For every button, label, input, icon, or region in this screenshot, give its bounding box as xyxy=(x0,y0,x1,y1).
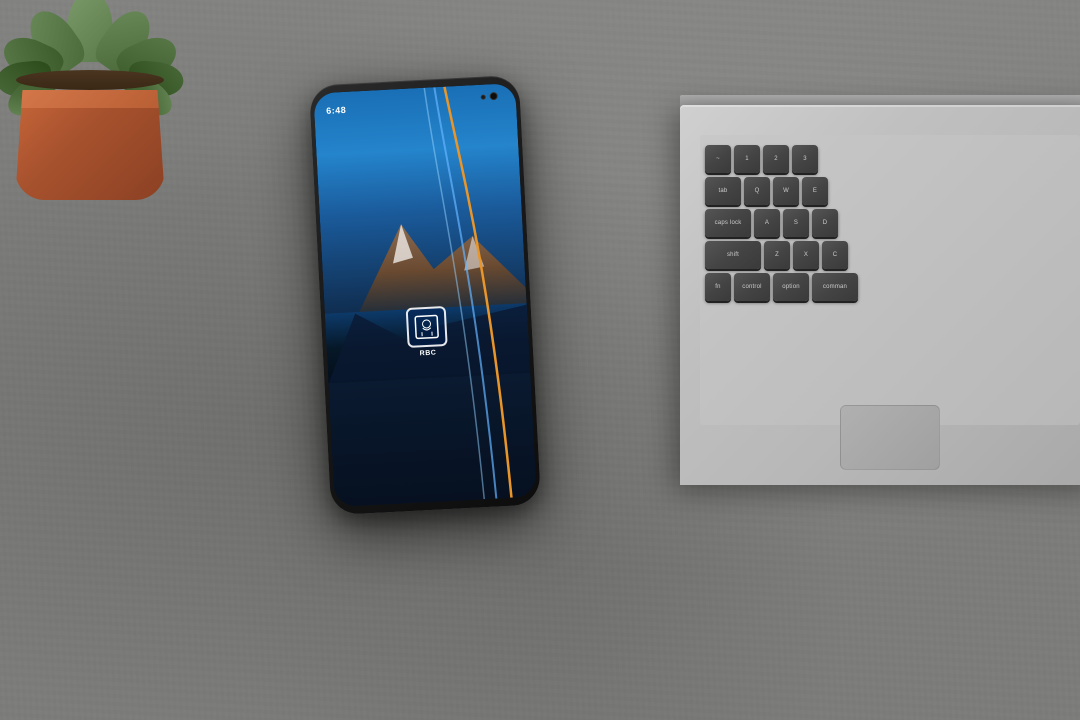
smartphone: 6:48 RBC xyxy=(309,75,541,515)
key-row-5: fn control option comman xyxy=(705,273,1075,301)
key-c[interactable]: C xyxy=(822,241,848,269)
plant-container xyxy=(0,0,210,200)
key-row-4: shift Z X C xyxy=(705,241,1075,269)
key-shift[interactable]: shift xyxy=(705,241,761,269)
key-2[interactable]: 2 xyxy=(763,145,789,173)
key-e[interactable]: E xyxy=(802,177,828,205)
camera-dot-small xyxy=(481,94,486,99)
key-capslock[interactable]: caps lock xyxy=(705,209,751,237)
laptop-body: ~ 1 2 3 tab Q W E caps lock A S D xyxy=(680,105,1080,485)
plant-pot xyxy=(15,90,165,200)
key-s[interactable]: S xyxy=(783,209,809,237)
key-tab[interactable]: tab xyxy=(705,177,741,205)
key-row-2: tab Q W E xyxy=(705,177,1075,205)
phone-screen: 6:48 RBC xyxy=(313,83,536,507)
key-control[interactable]: control xyxy=(734,273,770,301)
key-x[interactable]: X xyxy=(793,241,819,269)
rbc-logo: RBC xyxy=(406,306,449,358)
key-tilde[interactable]: ~ xyxy=(705,145,731,173)
key-row-1: ~ 1 2 3 xyxy=(705,145,1075,173)
key-a[interactable]: A xyxy=(754,209,780,237)
phone-time: 6:48 xyxy=(326,105,347,116)
key-z[interactable]: Z xyxy=(764,241,790,269)
plant-soil xyxy=(16,70,164,90)
front-camera xyxy=(480,92,497,101)
keyboard-grid: ~ 1 2 3 tab Q W E caps lock A S D xyxy=(705,145,1075,301)
screen-brand-lines xyxy=(313,83,536,507)
keyboard-area: ~ 1 2 3 tab Q W E caps lock A S D xyxy=(700,135,1080,425)
key-d[interactable]: D xyxy=(812,209,838,237)
key-option[interactable]: option xyxy=(773,273,809,301)
key-3[interactable]: 3 xyxy=(792,145,818,173)
camera-dot-main xyxy=(489,92,497,100)
key-command[interactable]: comman xyxy=(812,273,858,301)
laptop: ~ 1 2 3 tab Q W E caps lock A S D xyxy=(680,0,1080,485)
key-q[interactable]: Q xyxy=(744,177,770,205)
key-1[interactable]: 1 xyxy=(734,145,760,173)
key-fn[interactable]: fn xyxy=(705,273,731,301)
key-row-3: caps lock A S D xyxy=(705,209,1075,237)
key-w[interactable]: W xyxy=(773,177,799,205)
rbc-badge xyxy=(406,306,448,348)
trackpad[interactable] xyxy=(840,405,940,470)
